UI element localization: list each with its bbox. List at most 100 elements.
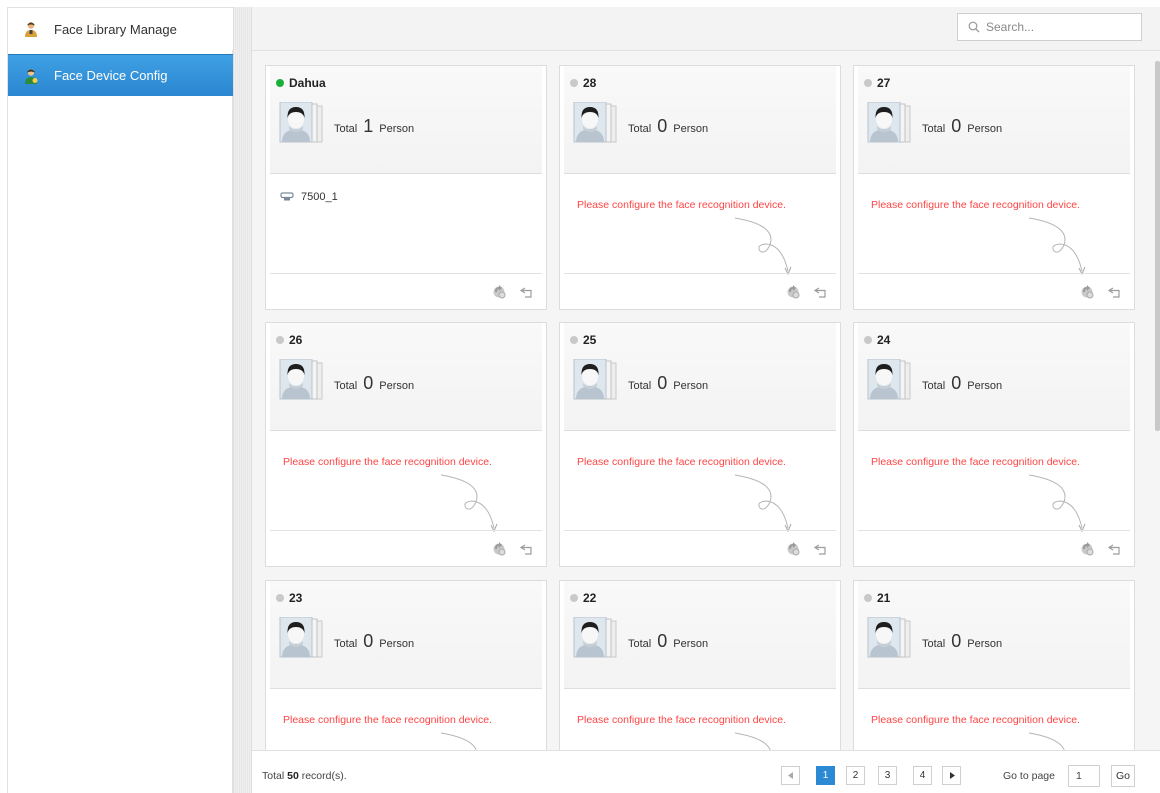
sidebar-item-face-device-config[interactable]: Face Device Config	[8, 54, 233, 96]
face-library-icon	[279, 359, 323, 400]
device-card[interactable]: 22 Total 0 Person Please configure the f…	[559, 580, 841, 750]
curved-arrow-decoration	[734, 474, 792, 533]
person-count: 0	[951, 373, 962, 393]
config-warning-text: Please configure the face recognition de…	[283, 456, 492, 468]
device-name: 7500_1	[301, 191, 338, 203]
person-total: Total 0 Person	[628, 631, 709, 651]
status-dot-icon	[276, 594, 284, 602]
card-body: Please configure the face recognition de…	[564, 175, 836, 276]
person-count: 0	[363, 373, 374, 393]
card-actions	[270, 530, 542, 566]
card-body: 7500_1	[270, 175, 542, 273]
card-header: 26 Total 0 Person	[270, 323, 542, 431]
config-warning-text: Please configure the face recognition de…	[577, 456, 786, 468]
face-sync-icon[interactable]	[1079, 541, 1095, 557]
card-body: Please configure the face recognition de…	[564, 690, 836, 750]
face-library-icon	[573, 617, 617, 658]
return-icon[interactable]	[519, 541, 535, 557]
face-library-icon	[573, 359, 617, 400]
person-total: Total 1 Person	[334, 116, 415, 136]
person-count: 0	[657, 373, 668, 393]
person-count: 0	[951, 116, 962, 136]
device-list-item[interactable]: 7500_1	[280, 191, 338, 203]
card-title: 23	[276, 591, 302, 605]
status-dot-icon	[276, 336, 284, 344]
device-card[interactable]: 28 Total 0 Person Please configure the f…	[559, 65, 841, 310]
face-sync-icon[interactable]	[785, 284, 801, 300]
device-card[interactable]: Dahua Total 1 Person 7500_1	[265, 65, 547, 310]
card-header: 22 Total 0 Person	[564, 581, 836, 689]
device-group-name: 23	[289, 591, 303, 605]
go-button[interactable]: Go	[1111, 765, 1135, 787]
person-total: Total 0 Person	[922, 631, 1003, 651]
goto-page-label: Go to page	[1003, 770, 1055, 782]
status-dot-icon	[864, 79, 872, 87]
device-card[interactable]: 21 Total 0 Person Please configure the f…	[853, 580, 1135, 750]
card-actions	[270, 273, 542, 309]
chevron-left-icon	[787, 772, 793, 779]
card-title: 28	[570, 76, 596, 90]
device-card[interactable]: 25 Total 0 Person Please configure the f…	[559, 322, 841, 567]
vertical-scrollbar[interactable]	[1155, 51, 1160, 750]
person-total: Total 0 Person	[922, 373, 1003, 393]
card-body: Please configure the face recognition de…	[858, 432, 1130, 533]
return-icon[interactable]	[813, 541, 829, 557]
curved-arrow-decoration	[1028, 217, 1086, 276]
sidebar-item-face-library-manage[interactable]: Face Library Manage	[8, 8, 233, 50]
person-count: 0	[657, 116, 668, 136]
panel-splitter[interactable]	[233, 7, 252, 793]
card-title: 25	[570, 333, 596, 347]
config-warning-text: Please configure the face recognition de…	[871, 456, 1080, 468]
goto-page-input[interactable]	[1068, 765, 1100, 787]
config-warning-text: Please configure the face recognition de…	[577, 199, 786, 211]
device-group-name: 22	[583, 591, 597, 605]
curved-arrow-decoration	[1028, 474, 1086, 533]
search-box[interactable]	[957, 13, 1142, 41]
status-dot-icon	[570, 79, 578, 87]
status-dot-icon	[864, 336, 872, 344]
card-actions	[564, 273, 836, 309]
face-library-icon	[279, 617, 323, 658]
return-icon[interactable]	[1107, 541, 1123, 557]
device-card[interactable]: 23 Total 0 Person Please configure the f…	[265, 580, 547, 750]
face-sync-icon[interactable]	[491, 541, 507, 557]
face-library-icon	[867, 617, 911, 658]
face-sync-icon[interactable]	[491, 284, 507, 300]
prev-page-button[interactable]	[781, 766, 800, 785]
person-count: 0	[657, 631, 668, 651]
return-icon[interactable]	[813, 284, 829, 300]
person-icon	[25, 22, 37, 37]
face-sync-icon[interactable]	[1079, 284, 1095, 300]
card-header: 24 Total 0 Person	[858, 323, 1130, 431]
card-header: 28 Total 0 Person	[564, 66, 836, 174]
device-card[interactable]: 26 Total 0 Person Please configure the f…	[265, 322, 547, 567]
search-input[interactable]	[986, 20, 1136, 34]
card-title: 26	[276, 333, 302, 347]
page-button[interactable]: 1	[816, 766, 835, 785]
chevron-right-icon	[949, 772, 955, 779]
person-gear-icon	[25, 68, 38, 84]
page-button[interactable]: 3	[878, 766, 897, 785]
page-button[interactable]: 2	[846, 766, 865, 785]
config-warning-text: Please configure the face recognition de…	[871, 199, 1080, 211]
next-page-button[interactable]	[942, 766, 961, 785]
return-icon[interactable]	[519, 284, 535, 300]
person-total: Total 0 Person	[922, 116, 1003, 136]
card-header: 27 Total 0 Person	[858, 66, 1130, 174]
card-body: Please configure the face recognition de…	[564, 432, 836, 533]
face-library-icon	[867, 102, 911, 143]
status-dot-icon	[570, 594, 578, 602]
device-card[interactable]: 27 Total 0 Person Please configure the f…	[853, 65, 1135, 310]
face-sync-icon[interactable]	[785, 541, 801, 557]
card-actions	[564, 530, 836, 566]
scrollbar-thumb[interactable]	[1155, 61, 1160, 431]
person-count: 0	[951, 631, 962, 651]
page-button[interactable]: 4	[913, 766, 932, 785]
card-body: Please configure the face recognition de…	[270, 432, 542, 533]
card-body: Please configure the face recognition de…	[270, 690, 542, 750]
return-icon[interactable]	[1107, 284, 1123, 300]
device-group-name: 28	[583, 76, 597, 90]
device-group-name: 27	[877, 76, 891, 90]
device-card[interactable]: 24 Total 0 Person Please configure the f…	[853, 322, 1135, 567]
person-count: 0	[363, 631, 374, 651]
